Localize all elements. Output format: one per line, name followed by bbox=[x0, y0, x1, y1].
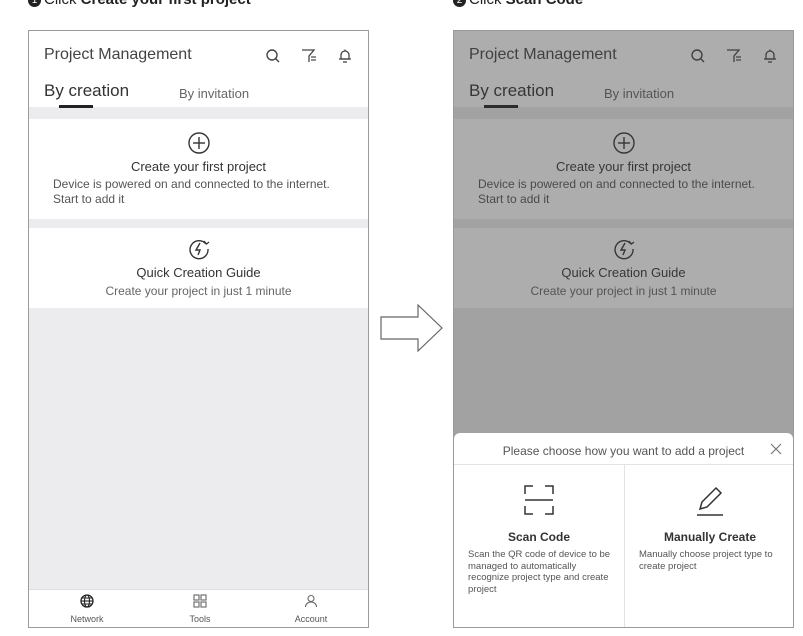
step-1-number: 1 bbox=[28, 0, 41, 7]
quick-guide-card[interactable]: Quick Creation Guide Create your project… bbox=[29, 228, 368, 308]
sheet-title: Please choose how you want to add a proj… bbox=[502, 444, 745, 458]
manual-create-option[interactable]: Manually Create Manually choose project … bbox=[625, 465, 793, 627]
nav-tools-label: Tools bbox=[189, 614, 211, 624]
plus-circle-icon bbox=[187, 132, 210, 154]
nav-tools[interactable]: Tools bbox=[170, 594, 230, 624]
step-1-label: 1Click Create your first project bbox=[28, 0, 251, 8]
tab-underline bbox=[59, 105, 93, 108]
quick-guide-description: Create your project in just 1 minute bbox=[105, 284, 292, 298]
filter-icon[interactable] bbox=[298, 45, 320, 67]
nav-network-label: Network bbox=[70, 614, 104, 624]
phone-screen-right: Project Management By creation By invita… bbox=[453, 30, 794, 628]
nav-account-label: Account bbox=[294, 614, 328, 624]
top-icons bbox=[262, 45, 356, 67]
nav-account[interactable]: Account bbox=[281, 594, 341, 624]
top-bar: Project Management bbox=[29, 31, 368, 79]
create-project-title: Create your first project bbox=[130, 159, 267, 174]
step-2-prefix: Click bbox=[469, 0, 506, 8]
lightning-circle-icon bbox=[188, 240, 209, 260]
search-icon[interactable] bbox=[262, 45, 284, 67]
step-1-bold-text: Create your first project bbox=[81, 0, 251, 8]
create-project-description: Device is powered on and connected to th… bbox=[53, 177, 330, 206]
step-2-bold-text: Scan Code bbox=[506, 0, 584, 8]
scan-icon bbox=[524, 485, 554, 515]
tab-by-creation[interactable]: By creation bbox=[44, 81, 129, 101]
step-2-label: 2Click Scan Code bbox=[453, 0, 583, 8]
quick-guide-title: Quick Creation Guide bbox=[136, 265, 261, 280]
user-icon bbox=[304, 594, 318, 608]
grid-icon bbox=[193, 594, 207, 608]
pencil-icon bbox=[697, 486, 723, 516]
step-1-prefix: Click bbox=[44, 0, 81, 8]
nav-network[interactable]: Network bbox=[57, 594, 117, 624]
scan-code-description: Scan the QR code of device to be managed… bbox=[468, 549, 611, 595]
bottom-nav: Network Tools Account bbox=[29, 589, 368, 627]
manual-create-title: Manually Create bbox=[663, 530, 757, 544]
step-2-number: 2 bbox=[453, 0, 466, 7]
close-icon[interactable] bbox=[767, 440, 785, 458]
right-arrow-icon bbox=[380, 303, 443, 353]
add-project-sheet: Please choose how you want to add a proj… bbox=[454, 433, 793, 627]
tab-bar: By creation By invitation bbox=[29, 79, 368, 108]
scan-code-title: Scan Code bbox=[507, 530, 570, 544]
bell-icon[interactable] bbox=[334, 45, 356, 67]
create-project-card[interactable]: Create your first project Device is powe… bbox=[29, 119, 368, 219]
phone-screen-left: Project Management By creation By invita… bbox=[28, 30, 369, 628]
scan-code-option[interactable]: Scan Code Scan the QR code of device to … bbox=[454, 465, 624, 627]
manual-create-description: Manually choose project type to create p… bbox=[639, 549, 773, 572]
tab-by-invitation[interactable]: By invitation bbox=[179, 86, 249, 101]
app-title: Project Management bbox=[44, 46, 192, 63]
globe-icon bbox=[80, 594, 94, 608]
